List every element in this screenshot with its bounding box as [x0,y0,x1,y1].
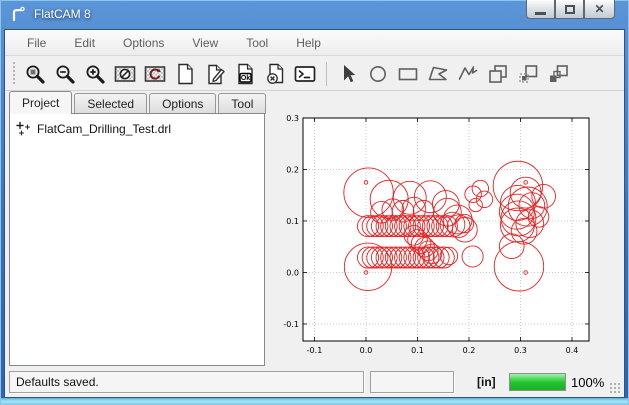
delete-object-button[interactable] [260,60,290,88]
zoom-in-icon [83,62,107,86]
window-title: FlatCAM 8 [34,7,91,21]
draw-polygon-button[interactable] [423,60,453,88]
status-message-panel: Defaults saved. [9,371,364,393]
move-objects-button[interactable] [543,60,573,88]
zoom-out-button[interactable] [50,60,80,88]
y-tick-label: 0.1 [286,217,299,226]
delete-object-icon [263,62,287,86]
title-bar[interactable]: FlatCAM 8 ✕ [0,0,629,29]
new-file-button[interactable] [170,60,200,88]
draw-path-icon [456,62,480,86]
tree-item-label: FlatCam_Drilling_Test.drl [37,122,171,136]
draw-circle-button[interactable] [363,60,393,88]
draw-polygon-icon [426,62,450,86]
menu-item-help[interactable]: Help [286,32,331,54]
progress-fill [510,374,565,390]
select-tool-button[interactable] [333,60,363,88]
toolbar-drag-handle[interactable] [11,62,16,86]
new-file-icon [173,62,197,86]
clear-plot-button[interactable] [110,60,140,88]
copy-objects-button[interactable] [483,60,513,88]
y-tick-label: 0.3 [286,114,299,123]
status-aux-panel [370,371,454,393]
x-tick-label: 0.4 [566,346,579,355]
progress-bar [509,373,566,391]
move-objects-icon [546,62,570,86]
edit-object-icon [203,62,227,86]
window-controls: ✕ [526,0,615,19]
menu-bar: File Edit Options View Tool Help [5,30,624,56]
tree-item[interactable]: FlatCam_Drilling_Test.drl [14,119,260,138]
plot-canvas[interactable]: -0.1 0.0 0.1 0.2 0.3 0.4 -0.1 0.0 0.1 0.2 0.3 [263,93,623,367]
shell-icon [293,62,317,86]
draw-path-button[interactable] [453,60,483,88]
zoom-out-icon [53,62,77,86]
maximize-icon [565,5,575,14]
select-arrow-icon [336,62,360,86]
tab-selected[interactable]: Selected [74,93,147,114]
replot-icon [143,62,167,86]
minimize-icon [535,12,546,15]
x-tick-label: 0.0 [360,346,373,355]
close-button[interactable]: ✕ [584,0,615,19]
draw-circle-icon [366,62,390,86]
zoom-fit-button[interactable] [20,60,50,88]
status-message: Defaults saved. [16,375,99,389]
maximize-button[interactable] [555,0,584,19]
x-tick-label: 0.2 [463,346,476,355]
copy-drill-icon [516,62,540,86]
tab-project[interactable]: Project [9,91,72,114]
x-tick-label: 0.1 [411,346,424,355]
drill-object-icon [16,121,32,137]
save-ok-button[interactable]: Ok [230,60,260,88]
tab-tool[interactable]: Tool [218,93,266,114]
menu-item-tool[interactable]: Tool [236,32,278,54]
client-area: File Edit Options View Tool Help [4,29,625,398]
close-icon: ✕ [594,3,604,15]
copy-objects-icon [486,62,510,86]
drill-plot: -0.1 0.0 0.1 0.2 0.3 0.4 -0.1 0.0 0.1 0.2 0.3 [263,93,623,367]
zoom-in-button[interactable] [80,60,110,88]
left-panel-tabs: ProjectSelectedOptionsTool [9,91,268,114]
toolbar-separator [326,62,327,86]
flatcam-logo-icon [9,5,27,23]
y-tick-label: 0.0 [286,268,299,277]
menu-item-file[interactable]: File [17,32,56,54]
ok-badge-label: Ok [241,75,250,82]
x-tick-label: -0.1 [307,346,323,355]
draw-rectangle-icon [396,62,420,86]
project-tree[interactable]: FlatCam_Drilling_Test.drl [9,113,265,366]
save-ok-icon: Ok [233,62,257,86]
progress-percent-label: 100% [571,375,604,390]
status-bar: Defaults saved. [in] 100% [5,367,624,397]
tab-options[interactable]: Options [149,93,216,114]
menu-item-view[interactable]: View [182,32,228,54]
toolbar: Ok [5,57,624,91]
menu-item-options[interactable]: Options [113,32,174,54]
minimize-button[interactable] [526,0,555,19]
x-tick-label: 0.3 [514,346,527,355]
zoom-fit-icon [23,62,47,86]
app-window: FlatCAM 8 ✕ File Edit Options View Tool Help [0,0,629,405]
resize-grip-icon[interactable] [609,382,621,394]
units-label: [in] [477,375,496,389]
clear-plot-icon [113,62,137,86]
replot-button[interactable] [140,60,170,88]
copy-drill-button[interactable] [513,60,543,88]
menu-item-edit[interactable]: Edit [64,32,105,54]
y-tick-label: 0.2 [286,165,299,174]
draw-rectangle-button[interactable] [393,60,423,88]
y-tick-label: -0.1 [283,320,299,329]
edit-object-button[interactable] [200,60,230,88]
shell-button[interactable] [290,60,320,88]
